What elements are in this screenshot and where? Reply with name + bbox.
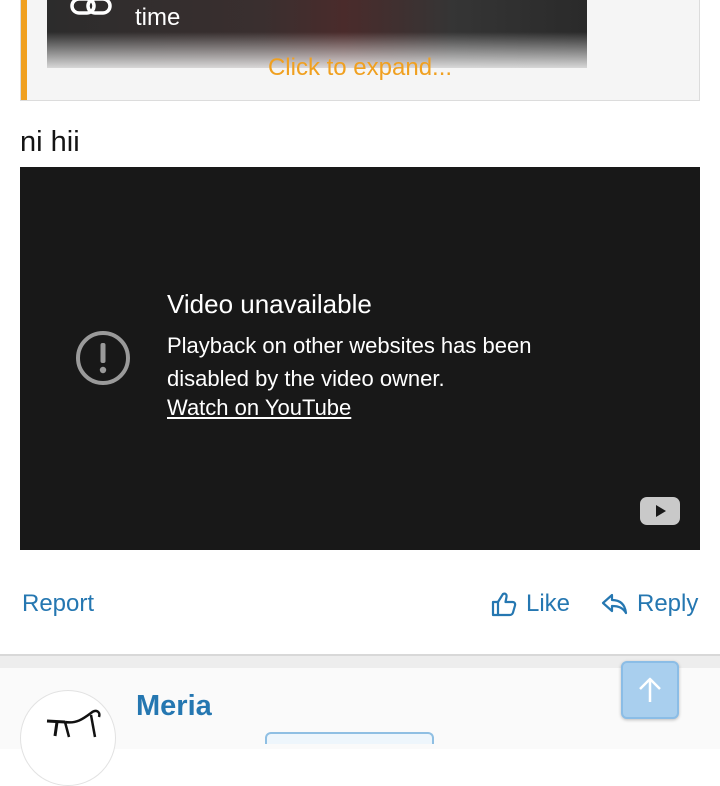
link-icon <box>70 0 112 15</box>
reply-button[interactable]: Reply <box>601 590 698 618</box>
user-title-badge <box>265 732 434 744</box>
scroll-to-top-button[interactable] <box>621 661 679 719</box>
watch-on-youtube-link[interactable]: Watch on YouTube <box>167 395 351 421</box>
stick-figure-avatar <box>46 709 101 738</box>
exclamation-circle-icon <box>76 331 130 385</box>
avatar[interactable] <box>20 690 116 786</box>
username-link[interactable]: Meria <box>136 690 212 723</box>
like-label: Like <box>526 590 571 617</box>
video-unavailable-title: Video unavailable <box>167 289 372 319</box>
embed-title: time <box>135 4 181 31</box>
arrow-up-icon <box>639 677 661 702</box>
click-to-expand-link[interactable]: Click to expand... <box>21 54 699 82</box>
like-button[interactable]: Like <box>490 590 570 618</box>
reply-label: Reply <box>637 590 699 617</box>
quote-block: time Click to expand... <box>20 0 700 101</box>
thumbs-up-icon <box>491 592 517 617</box>
video-unavailable-message: Playback on other websites has been disa… <box>167 333 532 391</box>
post-message-text: ni hii <box>20 126 80 158</box>
youtube-embed[interactable]: Video unavailable Playback on other webs… <box>20 167 700 550</box>
reply-arrow-icon <box>601 593 628 615</box>
quote-accent-bar <box>21 0 27 100</box>
report-link[interactable]: Report <box>22 590 94 618</box>
youtube-logo-icon[interactable] <box>640 497 680 525</box>
